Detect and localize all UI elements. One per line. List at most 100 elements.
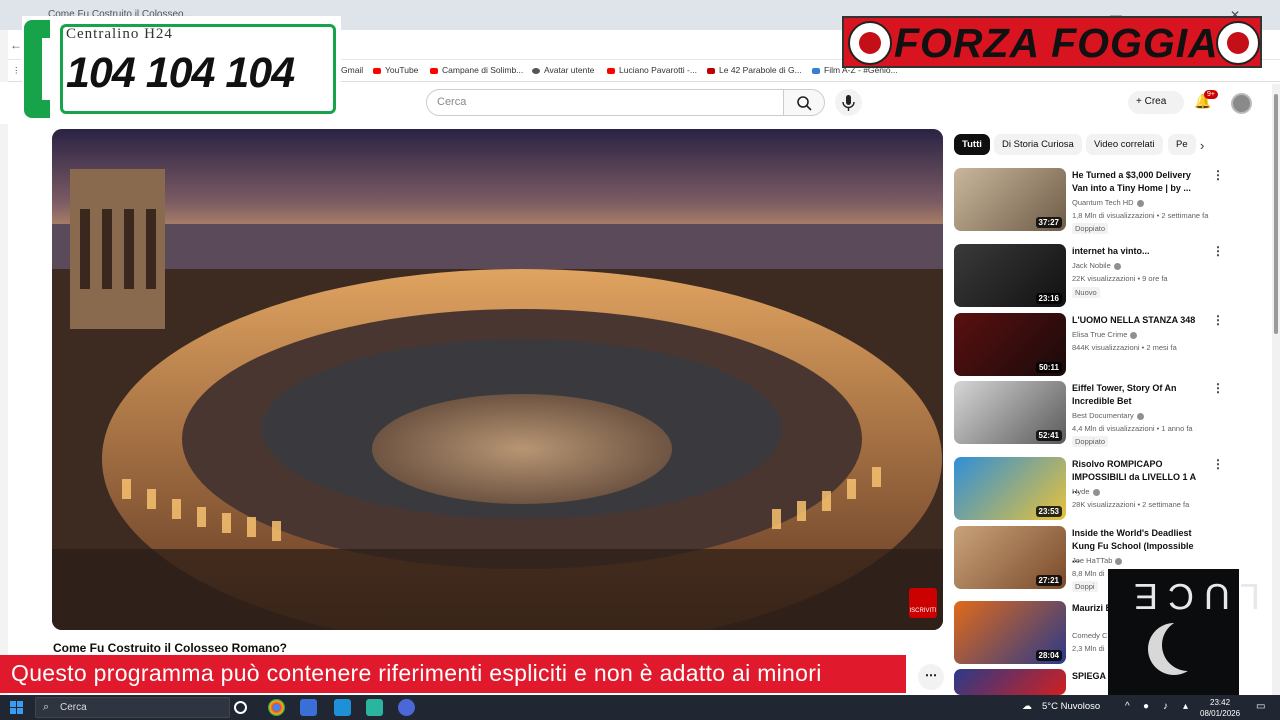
notification-badge: 9+ <box>1204 90 1218 99</box>
channel-name[interactable]: Best Documentary <box>1072 411 1144 420</box>
content-warning-banner: Questo programma può contenere riferimen… <box>0 655 906 693</box>
recommendation-item[interactable]: 52:41 Eiffel Tower, Story Of An Incredib… <box>954 381 1254 449</box>
video-thumbnail[interactable]: 27:21 <box>954 526 1066 589</box>
windows-taskbar: ⌕ Cerca ☁ 5°C Nuvoloso ^ ● ♪ ▴ 23:42 08/… <box>0 695 1280 720</box>
more-actions-button[interactable]: ⋯ <box>918 664 944 690</box>
duration-badge: 23:16 <box>1035 293 1062 304</box>
verified-icon <box>1113 262 1121 270</box>
volume-icon[interactable]: ♪ <box>1163 701 1168 712</box>
taskbar-search-input[interactable]: ⌕ Cerca <box>35 697 230 718</box>
system-clock[interactable]: 23:42 08/01/2026 <box>1200 697 1240 719</box>
chip-tutti[interactable]: Tutti <box>954 134 990 155</box>
weather-cloud-icon[interactable]: ☁ <box>1022 701 1032 712</box>
chip-video-correlati[interactable]: Video correlati <box>1086 134 1163 155</box>
chevron-up-icon[interactable]: ^ <box>1125 701 1130 712</box>
bookmark-pavarotti[interactable]: Luciano Pavarotti -... <box>607 65 697 75</box>
recommendation-item[interactable]: 50:11 L'UOMO NELLA STANZA 348 Elisa True… <box>954 313 1254 379</box>
video-thumbnail[interactable]: 52:41 <box>954 381 1066 444</box>
recommendation-title[interactable]: L'UOMO NELLA STANZA 348 <box>1072 314 1202 327</box>
video-thumbnail[interactable]: 23:53 <box>954 457 1066 520</box>
task-view-icon[interactable] <box>234 701 247 714</box>
luce-logo-overlay: LUCE <box>1108 569 1260 696</box>
youtube-icon <box>607 67 615 74</box>
create-button[interactable]: + Crea <box>1128 91 1184 114</box>
verified-icon <box>1130 331 1138 339</box>
chrome-profile-icon[interactable] <box>398 699 415 716</box>
search-button[interactable] <box>783 89 825 116</box>
channel-name[interactable]: Comedy C <box>1072 631 1107 640</box>
bookmark-campane[interactable]: Campane di Solimb... <box>430 65 523 75</box>
channel-name[interactable]: Jack Nobile <box>1072 261 1121 270</box>
edge-icon[interactable] <box>334 699 351 716</box>
duration-badge: 28:04 <box>1035 650 1062 661</box>
scrollbar[interactable] <box>1272 84 1280 695</box>
video-meta: 2,3 Mln di <box>1072 644 1105 653</box>
outlook-icon[interactable] <box>300 699 317 716</box>
clock-time: 23:42 <box>1210 698 1231 707</box>
duration-badge: 50:11 <box>1035 362 1062 373</box>
verified-icon <box>1115 557 1123 565</box>
weather-widget[interactable]: 5°C Nuvoloso <box>1042 701 1100 712</box>
left-edge <box>0 30 8 695</box>
bookmark-parabole[interactable]: Le 42 Parabole di G... <box>707 65 802 75</box>
new-badge: Nuovo <box>1072 287 1100 298</box>
clock-date: 08/01/2026 <box>1200 709 1241 718</box>
bookmark-avatar[interactable]: Avatar utente <box>532 65 594 75</box>
chip-storia-curiosa[interactable]: Di Storia Curiosa <box>994 134 1082 155</box>
centralino-overlay: Centralino H24 104 104 104 <box>22 16 341 122</box>
chip-partial[interactable]: Pe <box>1168 134 1196 155</box>
bookmark-label: Le 42 Parabole di G... <box>719 65 802 75</box>
video-thumbnail[interactable] <box>954 669 1066 695</box>
voice-search-button[interactable] <box>835 89 862 116</box>
more-options-icon[interactable]: ⋮ <box>1212 381 1224 395</box>
create-label: Crea <box>1144 96 1167 107</box>
windows-start-icon[interactable] <box>10 701 23 714</box>
notifications-button[interactable]: 🔔 9+ <box>1194 90 1218 113</box>
foggia-crest-icon <box>848 21 892 65</box>
chevron-right-icon[interactable]: › <box>1200 138 1204 153</box>
recommendation-item[interactable]: 23:16 internet ha vinto... Jack Nobile 2… <box>954 244 1254 310</box>
video-thumbnail[interactable]: 28:04 <box>954 601 1066 664</box>
app-icon[interactable] <box>366 699 383 716</box>
video-thumbnail[interactable]: 37:27 <box>954 168 1066 231</box>
channel-name[interactable]: Joe HaTTab <box>1072 556 1123 565</box>
video-thumbnail[interactable]: 50:11 <box>954 313 1066 376</box>
video-thumbnail[interactable]: 23:16 <box>954 244 1066 307</box>
more-options-icon[interactable]: ⋮ <box>1212 313 1224 327</box>
youtube-icon <box>430 67 438 74</box>
recommendation-title[interactable]: internet ha vinto... <box>1072 245 1202 258</box>
video-player[interactable]: ISCRIVITI <box>52 129 943 630</box>
channel-name[interactable]: Elisa True Crime <box>1072 330 1138 339</box>
account-avatar[interactable] <box>1231 93 1252 114</box>
more-options-icon[interactable]: ⋮ <box>1212 457 1224 471</box>
notification-center-icon[interactable]: ▭ <box>1256 701 1265 712</box>
video-meta: 1,8 Mln di visualizzazioni • 2 settimane… <box>1072 211 1209 220</box>
channel-name[interactable]: Hyde <box>1072 487 1100 496</box>
subscribe-watermark[interactable]: ISCRIVITI <box>909 588 937 618</box>
bookmark-gmail[interactable]: Gmail <box>341 65 363 75</box>
channel-label: Jack Nobile <box>1072 261 1111 270</box>
recommendation-item[interactable]: 23:53 Risolvo ROMPICAPO IMPOSSIBILI da L… <box>954 457 1254 523</box>
search-icon <box>797 96 812 111</box>
scrollbar-thumb[interactable] <box>1274 94 1278 334</box>
back-arrow-icon[interactable]: ← <box>10 38 22 52</box>
taskbar-search-placeholder: Cerca <box>60 702 87 713</box>
bookmark-label: Avatar utente <box>544 65 595 75</box>
network-icon[interactable]: ▴ <box>1183 701 1188 712</box>
verified-icon <box>1136 199 1144 207</box>
recommendation-title[interactable]: He Turned a $3,000 Delivery Van into a T… <box>1072 169 1202 195</box>
recommendation-title[interactable]: Eiffel Tower, Story Of An Incredible Bet <box>1072 382 1202 408</box>
youtube-icon <box>373 67 381 74</box>
chrome-icon[interactable] <box>268 699 285 716</box>
bookmark-youtube[interactable]: YouTube <box>373 65 418 75</box>
more-options-icon[interactable]: ⋮ <box>1212 244 1224 258</box>
search-input[interactable]: Cerca <box>426 89 784 116</box>
recommendation-item[interactable]: 37:27 He Turned a $3,000 Delivery Van in… <box>954 168 1254 238</box>
channel-label: Elisa True Crime <box>1072 330 1128 339</box>
forza-text: FORZA FOGGIA <box>894 20 1219 66</box>
channel-name[interactable]: Quantum Tech HD <box>1072 198 1144 207</box>
more-options-icon[interactable]: ⋮ <box>1212 168 1224 182</box>
dubbed-badge: Doppiato <box>1072 436 1109 447</box>
mic-tray-icon[interactable]: ● <box>1143 701 1149 712</box>
heart-icon <box>707 67 715 74</box>
